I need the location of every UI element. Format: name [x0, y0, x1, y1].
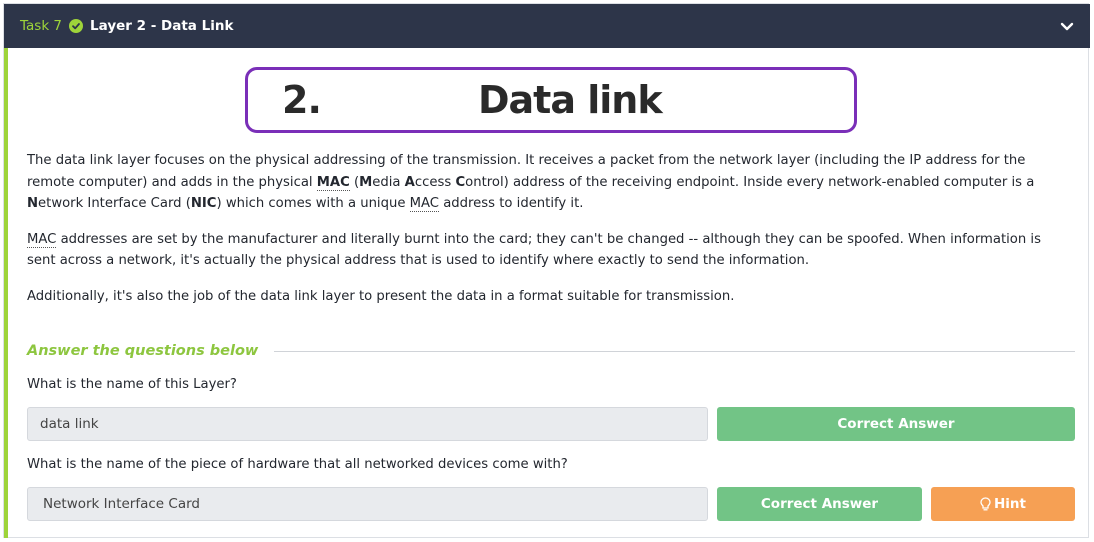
text-run: (	[349, 174, 360, 190]
lightbulb-icon	[980, 496, 991, 510]
text-run: address to identify it.	[439, 196, 584, 211]
task-content: The data link layer focuses on the physi…	[27, 150, 1067, 321]
nic-abbreviation: NIC	[190, 196, 217, 211]
question-2-text: What is the name of the piece of hardwar…	[27, 457, 568, 472]
question-1-text: What is the name of this Layer?	[27, 377, 237, 392]
bold-letter: M	[359, 174, 373, 190]
divider	[274, 350, 1075, 352]
text-run: ) which comes with a unique	[216, 196, 410, 211]
hint-label: Hint	[994, 496, 1026, 512]
bold-letter: C	[455, 174, 466, 190]
mac-abbreviation: MAC	[409, 196, 440, 212]
task-number: Task 7	[20, 18, 63, 34]
correct-answer-button-1[interactable]: Correct Answer	[717, 407, 1075, 441]
task-body: 2. Data link The data link layer focuses…	[4, 48, 1090, 538]
mac-abbreviation: MAC	[27, 231, 57, 248]
text-run: etwork Interface Card (	[38, 196, 191, 211]
text-run: ccess	[414, 174, 456, 190]
task-header[interactable]: Task 7 Layer 2 - Data Link	[4, 4, 1090, 48]
data-link-banner-image: 2. Data link	[245, 67, 857, 133]
banner-number: 2.	[282, 78, 322, 122]
mac-abbreviation: MAC	[316, 174, 350, 191]
paragraph-2: MAC addresses are set by the manufacture…	[27, 229, 1067, 272]
correct-answer-button-2[interactable]: Correct Answer	[717, 487, 922, 521]
hint-button[interactable]: Hint	[931, 487, 1075, 521]
answers-heading: Answer the questions below	[27, 340, 1075, 362]
paragraph-3: Additionally, it's also the job of the d…	[27, 288, 735, 304]
banner-title: Data link	[478, 78, 663, 122]
text-run: edia	[372, 174, 405, 190]
answers-heading-title: Answer the questions below	[27, 343, 259, 359]
paragraph-1: The data link layer focuses on the physi…	[27, 150, 1067, 215]
text-run: ontrol) address of the receiving endpoin…	[465, 174, 1035, 190]
answer-1-input[interactable]: data link	[27, 407, 708, 441]
check-circle-icon	[69, 19, 84, 33]
bold-letter: A	[404, 174, 415, 190]
answer-2-input[interactable]: Network Interface Card	[27, 487, 708, 521]
bold-letter: N	[27, 196, 39, 211]
task-title: Layer 2 - Data Link	[90, 18, 234, 34]
task-card: Task 7 Layer 2 - Data Link 2. Data link …	[3, 3, 1090, 538]
text-run: addresses are set by the manufacturer an…	[27, 231, 1041, 269]
chevron-down-icon[interactable]	[1058, 17, 1076, 35]
